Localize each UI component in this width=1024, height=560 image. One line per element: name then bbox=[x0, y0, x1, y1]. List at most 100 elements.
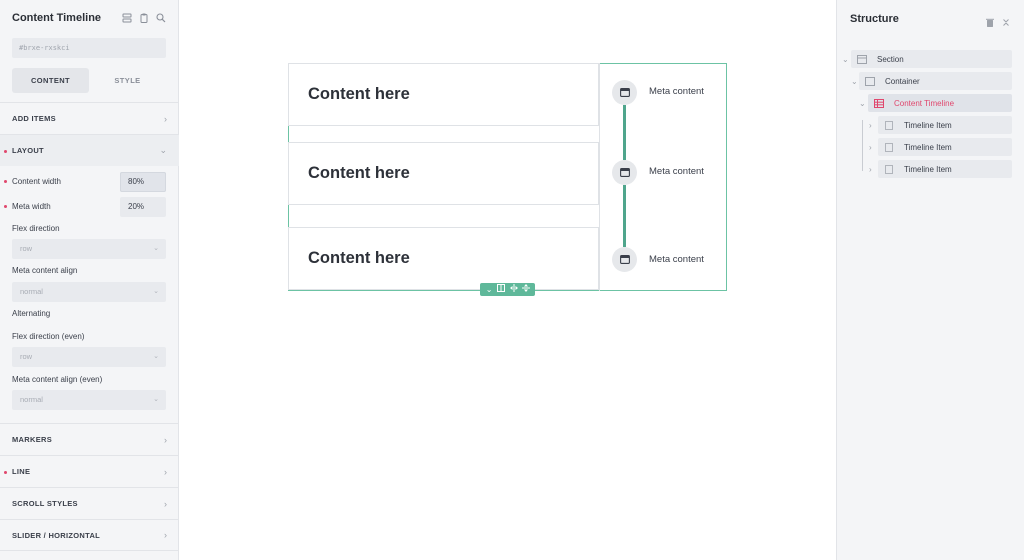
chevron-down-icon[interactable]: ⌄ bbox=[842, 55, 849, 64]
chevron-right-icon[interactable]: › bbox=[869, 121, 872, 130]
item-icon bbox=[884, 142, 894, 152]
settings-tabs: CONTENT STYLE bbox=[12, 68, 166, 93]
section-slider-horizontal[interactable]: SLIDER / HORIZONTAL › bbox=[0, 519, 179, 551]
flex-direction-select[interactable]: row ⌄ bbox=[12, 239, 166, 259]
meta-width-input[interactable]: 20% bbox=[120, 197, 166, 217]
chevron-down-icon: ⌄ bbox=[153, 396, 159, 403]
section-label: LINE bbox=[12, 467, 31, 476]
alternating-label: Alternating bbox=[12, 309, 51, 318]
meta-content-align-select[interactable]: normal ⌄ bbox=[12, 282, 166, 302]
chevron-right-icon: › bbox=[164, 498, 167, 509]
calendar-icon bbox=[619, 88, 630, 97]
meta-content-text: Meta content bbox=[649, 86, 704, 97]
flex-direction-even-label: Flex direction (even) bbox=[12, 332, 85, 341]
panel-title: Content Timeline bbox=[12, 12, 102, 24]
chevron-right-icon: › bbox=[164, 113, 167, 124]
panel-header: Content Timeline bbox=[0, 0, 178, 36]
tree-item-timeline-item[interactable]: Timeline Item bbox=[878, 160, 1012, 178]
select-value: row bbox=[20, 352, 33, 361]
item-icon bbox=[884, 120, 894, 130]
flex-direction-even-select[interactable]: row ⌄ bbox=[12, 347, 166, 367]
content-heading: Content here bbox=[308, 164, 410, 182]
calendar-icon bbox=[619, 255, 630, 264]
chevron-down-icon[interactable]: ⌄ bbox=[484, 283, 495, 296]
chevron-down-icon[interactable]: ⌄ bbox=[851, 77, 858, 86]
tree-label: Section bbox=[877, 54, 904, 64]
element-toolbar: ⌄ bbox=[480, 283, 535, 296]
tree-label: Content Timeline bbox=[894, 98, 955, 108]
trash-icon[interactable] bbox=[986, 14, 994, 32]
clipboard-icon[interactable] bbox=[138, 13, 149, 24]
tree-item-timeline-item[interactable]: Timeline Item bbox=[878, 116, 1012, 134]
tab-content[interactable]: CONTENT bbox=[12, 68, 89, 93]
chevron-right-icon[interactable]: › bbox=[869, 143, 872, 152]
chevron-down-icon: ⌄ bbox=[153, 288, 159, 295]
section-line[interactable]: LINE › bbox=[0, 455, 179, 487]
tree-item-timeline-item[interactable]: Timeline Item bbox=[878, 138, 1012, 156]
chevron-down-icon[interactable]: ⌄ bbox=[859, 99, 866, 108]
element-settings-panel: Content Timeline #brxe-rxskci CONTENT ST… bbox=[0, 0, 179, 560]
meta-content-text: Meta content bbox=[649, 254, 704, 265]
chevron-down-icon: ⌄ bbox=[159, 145, 167, 155]
modified-dot bbox=[4, 180, 7, 183]
columns-icon[interactable] bbox=[496, 283, 507, 296]
chevron-right-icon: › bbox=[164, 530, 167, 540]
search-icon[interactable] bbox=[155, 13, 166, 24]
tree-item-section[interactable]: Section bbox=[851, 50, 1012, 68]
content-width-label: Content width bbox=[12, 177, 61, 186]
tree-label: Container bbox=[885, 76, 920, 86]
modified-dot bbox=[4, 471, 7, 474]
timeline-item-content[interactable]: Content here bbox=[288, 227, 599, 290]
section-add-items[interactable]: ADD ITEMS › bbox=[0, 102, 179, 134]
vertical-resize-icon[interactable] bbox=[520, 283, 531, 296]
meta-content-text: Meta content bbox=[649, 166, 704, 177]
tree-label: Timeline Item bbox=[904, 142, 952, 152]
timeline-icon bbox=[874, 98, 884, 108]
section-label: SCROLL STYLES bbox=[12, 499, 78, 508]
structure-panel: Structure ⌄ Section ⌄ Container ⌄ Conten… bbox=[836, 0, 1024, 560]
panel-title: Structure bbox=[850, 13, 899, 25]
chevron-right-icon[interactable]: › bbox=[869, 165, 872, 174]
section-scroll-styles[interactable]: SCROLL STYLES › bbox=[0, 487, 179, 519]
calendar-icon bbox=[619, 168, 630, 177]
chevron-down-icon: ⌄ bbox=[153, 353, 159, 360]
timeline-marker bbox=[612, 160, 637, 185]
section-markers[interactable]: MARKERS › bbox=[0, 423, 179, 455]
modified-dot bbox=[4, 150, 7, 153]
app-window: Content Timeline #brxe-rxskci CONTENT ST… bbox=[0, 0, 1024, 560]
timeline-item-content[interactable]: Content here bbox=[288, 63, 599, 126]
meta-width-label: Meta width bbox=[12, 202, 51, 211]
modified-dot bbox=[4, 205, 7, 208]
timeline-line bbox=[623, 185, 626, 247]
element-id-field[interactable]: #brxe-rxskci bbox=[12, 38, 166, 58]
section-label: MARKERS bbox=[12, 435, 53, 444]
section-icon bbox=[857, 54, 867, 64]
content-width-input[interactable]: 80% bbox=[120, 172, 166, 192]
meta-content-align-even-label: Meta content align (even) bbox=[12, 375, 103, 384]
collapse-icon[interactable] bbox=[1002, 14, 1010, 32]
select-value: normal bbox=[20, 395, 43, 404]
section-layout[interactable]: LAYOUT ⌄ bbox=[0, 134, 179, 166]
presets-icon[interactable] bbox=[121, 13, 132, 24]
chevron-right-icon: › bbox=[164, 466, 167, 477]
timeline-marker bbox=[612, 80, 637, 105]
content-heading: Content here bbox=[308, 249, 410, 267]
horizontal-resize-icon[interactable] bbox=[508, 283, 519, 296]
item-icon bbox=[884, 164, 894, 174]
tab-style[interactable]: STYLE bbox=[89, 68, 166, 93]
tree-label: Timeline Item bbox=[904, 120, 952, 130]
timeline-item-content[interactable]: Content here bbox=[288, 142, 599, 205]
chevron-down-icon: ⌄ bbox=[153, 245, 159, 252]
tree-guide-line bbox=[862, 120, 863, 171]
meta-column-divider bbox=[599, 63, 600, 291]
meta-content-align-label: Meta content align bbox=[12, 266, 78, 275]
meta-content-align-even-select[interactable]: normal ⌄ bbox=[12, 390, 166, 410]
timeline-line bbox=[623, 105, 626, 160]
timeline-marker bbox=[612, 247, 637, 272]
container-icon bbox=[865, 76, 875, 86]
tree-item-container[interactable]: Container bbox=[859, 72, 1012, 90]
tree-item-content-timeline[interactable]: Content Timeline bbox=[868, 94, 1012, 112]
chevron-right-icon: › bbox=[164, 434, 167, 445]
content-heading: Content here bbox=[308, 85, 410, 103]
tree-label: Timeline Item bbox=[904, 164, 952, 174]
